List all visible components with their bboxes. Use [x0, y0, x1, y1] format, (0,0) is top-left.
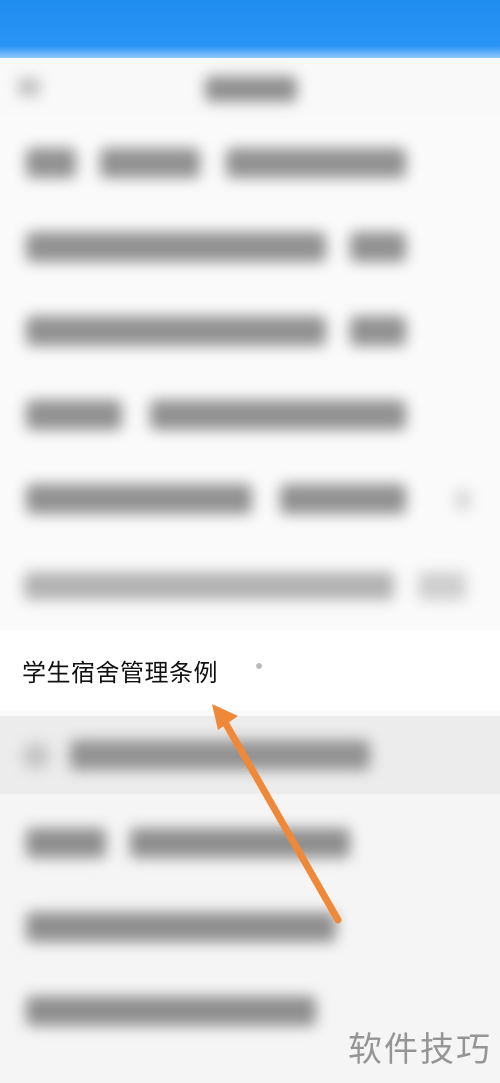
arrow-up-left-icon	[212, 704, 342, 924]
watermark: 软件技巧	[348, 1030, 492, 1070]
